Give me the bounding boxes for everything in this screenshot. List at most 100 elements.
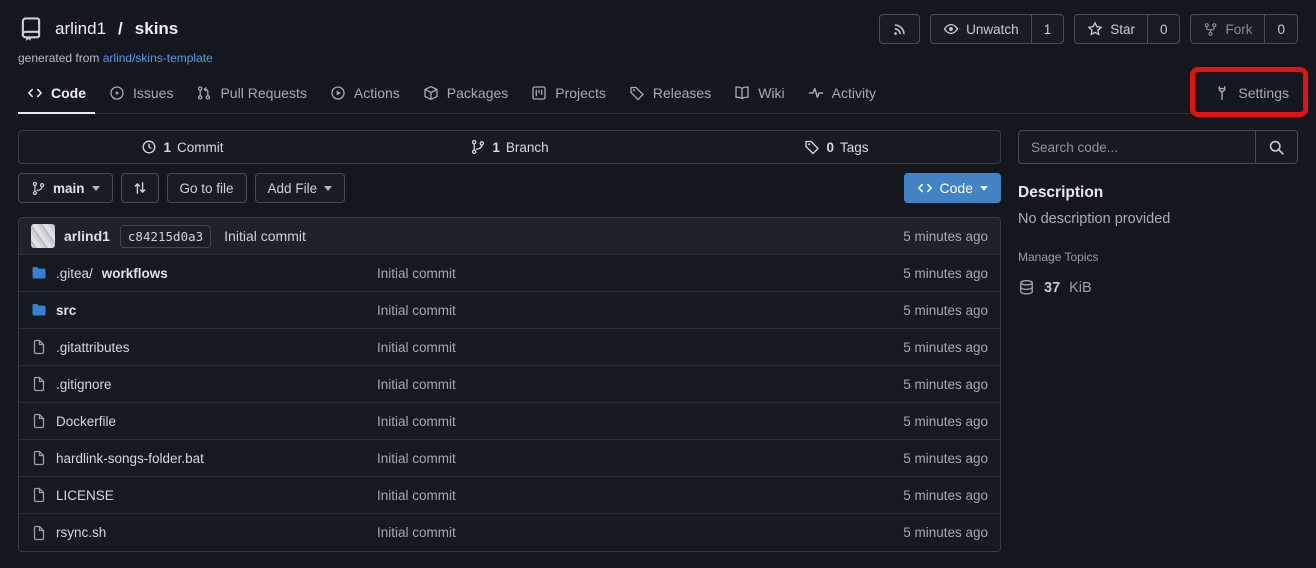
rss-button[interactable]: [879, 14, 920, 44]
tab-wiki[interactable]: Wiki: [725, 75, 793, 114]
file-table: arlind1 c84215d0a3 Initial commit 5 minu…: [18, 217, 1001, 552]
book-icon: [734, 85, 750, 101]
file-commit-message[interactable]: Initial commit: [377, 451, 903, 466]
search-button[interactable]: [1255, 131, 1297, 163]
file-commit-message[interactable]: Initial commit: [377, 377, 903, 392]
tab-pull-requests[interactable]: Pull Requests: [187, 75, 315, 114]
repo-content: 1Commit 1Branch 0Tags: [18, 130, 1298, 552]
commit-hash-badge[interactable]: c84215d0a3: [120, 225, 211, 248]
tab-packages[interactable]: Packages: [414, 75, 517, 114]
add-file-button[interactable]: Add File: [255, 173, 346, 203]
file-table-body: .gitea/workflowsInitial commit5 minutes …: [19, 255, 1000, 551]
search-icon: [1268, 139, 1285, 156]
file-name: Dockerfile: [56, 414, 116, 429]
unwatch-button[interactable]: Unwatch: [931, 15, 1031, 43]
tab-releases[interactable]: Releases: [620, 75, 720, 114]
file-row[interactable]: rsync.shInitial commit5 minutes ago: [19, 514, 1000, 551]
file-row[interactable]: hardlink-songs-folder.bat Initial commit5…: [19, 440, 1000, 477]
file-row[interactable]: .gitattributesInitial commit5 minutes ag…: [19, 329, 1000, 366]
commit-message[interactable]: Initial commit: [224, 228, 306, 244]
branch-selector[interactable]: main: [18, 173, 113, 203]
fork-label: Fork: [1225, 22, 1252, 37]
file-icon: [31, 339, 47, 355]
repo-owner-link[interactable]: arlind1: [55, 19, 106, 39]
file-name-cell[interactable]: rsync.sh: [31, 525, 377, 541]
folder-icon: [31, 302, 47, 318]
tab-actions[interactable]: Actions: [321, 75, 409, 114]
file-commit-message[interactable]: Initial commit: [377, 303, 903, 318]
tags-stat[interactable]: 0Tags: [673, 131, 1000, 163]
branches-stat[interactable]: 1Branch: [346, 131, 673, 163]
star-icon: [1087, 21, 1103, 37]
file-icon: [31, 525, 47, 541]
code-icon: [917, 180, 933, 196]
file-name-cell[interactable]: .gitea/workflows: [31, 265, 377, 281]
tab-settings[interactable]: Settings: [1205, 75, 1298, 114]
file-commit-message[interactable]: Initial commit: [377, 414, 903, 429]
template-repo-link[interactable]: arlind/skins-template: [103, 51, 213, 65]
file-name-cell[interactable]: Dockerfile: [31, 413, 377, 429]
file-name-cell[interactable]: LICENSE: [31, 487, 377, 503]
repo-title: arlind1/skins: [18, 16, 178, 42]
avatar[interactable]: [31, 224, 55, 248]
watchers-count[interactable]: 1: [1031, 15, 1064, 43]
file-commit-time: 5 minutes ago: [903, 340, 988, 355]
latest-commit-row: arlind1 c84215d0a3 Initial commit 5 minu…: [19, 218, 1000, 255]
package-icon: [423, 85, 439, 101]
project-board-icon: [531, 85, 547, 101]
go-to-file-button[interactable]: Go to file: [167, 173, 247, 203]
file-row[interactable]: DockerfileInitial commit5 minutes ago: [19, 403, 1000, 440]
tab-code[interactable]: Code: [18, 75, 95, 114]
description-heading: Description: [1018, 184, 1298, 202]
repo-action-buttons: Unwatch 1 Star 0: [879, 14, 1298, 44]
star-button[interactable]: Star: [1075, 15, 1147, 43]
file-commit-message[interactable]: Initial commit: [377, 488, 903, 503]
tools-icon: [1214, 85, 1230, 101]
fork-button-group: Fork 0: [1190, 14, 1298, 44]
file-name-cell[interactable]: .gitignore: [31, 376, 377, 392]
file-commit-message[interactable]: Initial commit: [377, 340, 903, 355]
file-icon: [31, 413, 47, 429]
forks-count[interactable]: 0: [1264, 15, 1297, 43]
file-commit-time: 5 minutes ago: [903, 451, 988, 466]
commit-author[interactable]: arlind1: [64, 228, 110, 244]
file-row[interactable]: .gitea/workflowsInitial commit5 minutes …: [19, 255, 1000, 292]
fork-button[interactable]: Fork: [1191, 15, 1264, 43]
repo-size: 37 KiB: [1018, 279, 1298, 296]
unwatch-label: Unwatch: [966, 22, 1019, 37]
history-icon: [141, 139, 157, 155]
repo-size-unit: KiB: [1069, 280, 1092, 296]
eye-icon: [943, 21, 959, 37]
tag-icon: [629, 85, 645, 101]
file-name: hardlink-songs-folder.bat: [56, 451, 204, 466]
file-name-cell[interactable]: .gitattributes: [31, 339, 377, 355]
file-row[interactable]: .gitignoreInitial commit5 minutes ago: [19, 366, 1000, 403]
file-name: LICENSE: [56, 488, 114, 503]
search-input[interactable]: [1019, 131, 1255, 163]
repo-page: arlind1/skins Unwatch: [0, 0, 1316, 552]
issue-icon: [109, 85, 125, 101]
repo-name-link[interactable]: skins: [135, 19, 178, 39]
code-download-button[interactable]: Code: [904, 173, 1001, 203]
tab-projects[interactable]: Projects: [522, 75, 615, 114]
file-commit-message[interactable]: Initial commit: [377, 525, 903, 540]
file-commit-time: 5 minutes ago: [903, 525, 988, 540]
file-commit-message[interactable]: Initial commit: [377, 266, 903, 281]
file-name-cell[interactable]: hardlink-songs-folder.bat: [31, 450, 377, 466]
file-row[interactable]: LICENSEInitial commit5 minutes ago: [19, 477, 1000, 514]
file-icon: [31, 487, 47, 503]
chevron-down-icon: [324, 186, 332, 191]
generated-from-label: generated from: [18, 51, 99, 65]
play-circle-icon: [330, 85, 346, 101]
tab-issues[interactable]: Issues: [100, 75, 182, 114]
main-column: 1Commit 1Branch 0Tags: [18, 130, 1001, 552]
file-name-cell[interactable]: src: [31, 302, 377, 318]
compare-button[interactable]: [121, 173, 159, 203]
commits-stat[interactable]: 1Commit: [19, 131, 346, 163]
watch-button-group: Unwatch 1: [930, 14, 1064, 44]
stars-count[interactable]: 0: [1147, 15, 1180, 43]
manage-topics-link[interactable]: Manage Topics: [1018, 250, 1099, 264]
file-row[interactable]: srcInitial commit5 minutes ago: [19, 292, 1000, 329]
tab-activity[interactable]: Activity: [799, 75, 885, 114]
chevron-down-icon: [92, 186, 100, 191]
